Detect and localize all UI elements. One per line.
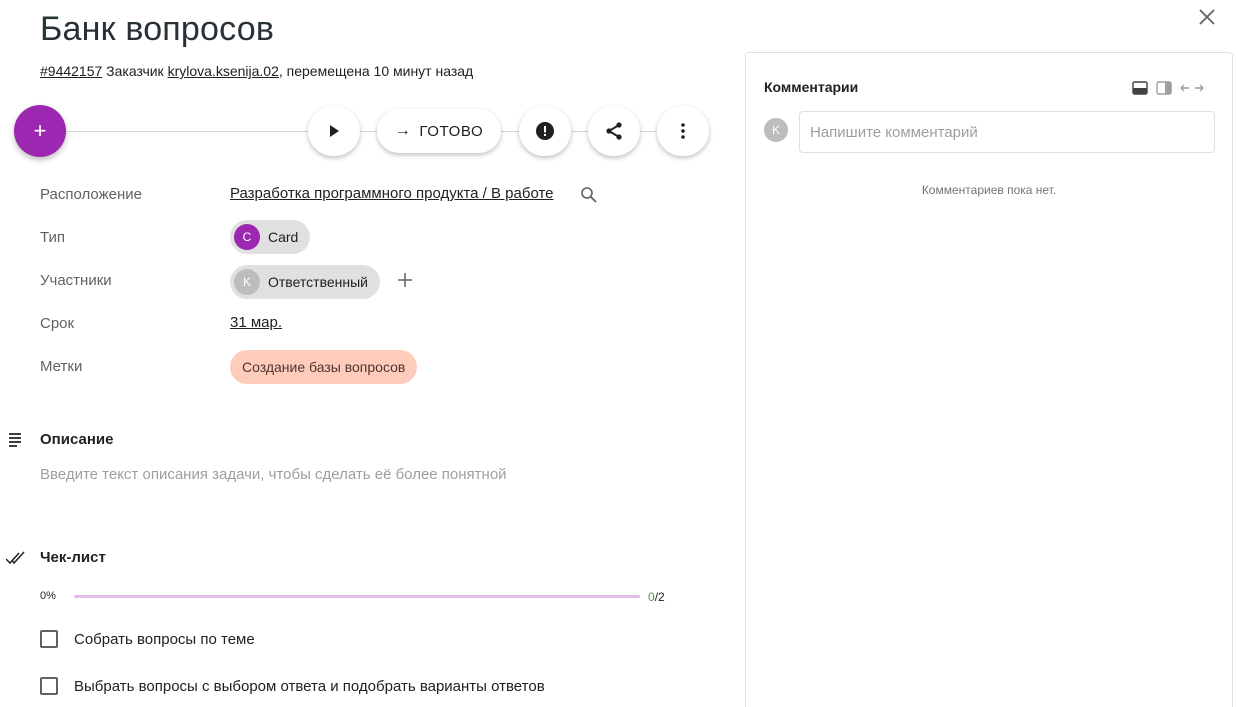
layout-bottom-icon[interactable] xyxy=(1132,81,1148,95)
checklist-item-label: Выбрать вопросы с выбором ответа и подоб… xyxy=(74,677,545,695)
description-placeholder[interactable]: Введите текст описания задачи, чтобы сде… xyxy=(40,466,507,483)
expand-horizontal-icon[interactable] xyxy=(1180,81,1204,95)
checklist-progress-bar xyxy=(74,595,640,598)
due-date-link[interactable]: 31 мар. xyxy=(230,314,282,331)
participant-value: Ответственный xyxy=(268,274,368,290)
participant-avatar: K xyxy=(234,269,260,295)
card-id-link[interactable]: #9442157 xyxy=(40,63,102,79)
checklist-item[interactable]: Выбрать вопросы с выбором ответа и подоб… xyxy=(40,677,545,695)
participant-chip[interactable]: K Ответственный xyxy=(230,265,380,299)
more-vertical-icon xyxy=(681,123,685,139)
type-chip[interactable]: C Card xyxy=(230,220,311,254)
type-label: Тип xyxy=(40,229,66,246)
checklist-percent: 0% xyxy=(40,590,56,602)
more-button[interactable] xyxy=(657,106,709,156)
type-avatar: C xyxy=(234,224,260,250)
location-label: Расположение xyxy=(40,186,142,203)
layout-side-icon[interactable] xyxy=(1156,81,1172,95)
comments-title: Комментарии xyxy=(764,79,859,95)
checklist-title: Чек-лист xyxy=(40,549,106,566)
add-button[interactable]: + xyxy=(14,105,66,157)
close-icon[interactable] xyxy=(1196,6,1218,28)
add-participant-icon[interactable] xyxy=(395,270,415,290)
comments-empty-text: Комментариев пока нет. xyxy=(921,183,1057,197)
tags-label: Метки xyxy=(40,358,83,375)
checklist-count: 0/2 xyxy=(648,590,665,604)
description-title: Описание xyxy=(40,431,114,448)
plus-icon: + xyxy=(33,118,47,143)
customer-link[interactable]: krylova.ksenija.02 xyxy=(168,63,279,79)
panel-layout-controls xyxy=(1132,81,1212,95)
location-link[interactable]: Разработка программного продукта / В раб… xyxy=(230,185,554,202)
checklist-done-count: 0 xyxy=(648,590,655,604)
alert-icon xyxy=(536,122,554,140)
comment-input[interactable] xyxy=(799,111,1215,153)
checkbox[interactable] xyxy=(40,677,58,695)
alert-button[interactable] xyxy=(519,106,571,156)
share-icon xyxy=(606,122,622,140)
search-icon[interactable] xyxy=(580,186,598,204)
share-button[interactable] xyxy=(588,106,640,156)
customer-prefix: Заказчик xyxy=(102,63,168,79)
card-meta: #9442157 Заказчик krylova.ksenija.02, пе… xyxy=(40,63,473,79)
play-icon xyxy=(330,125,339,137)
double-check-icon xyxy=(6,551,25,565)
participants-label: Участники xyxy=(40,272,112,289)
tag-chip[interactable]: Создание базы вопросов xyxy=(230,350,418,384)
checklist-total-count: /2 xyxy=(654,590,665,604)
avatar: K xyxy=(764,118,788,142)
comments-panel: Комментарии K Комментариев пока нет. xyxy=(745,52,1233,707)
arrow-right-icon: → xyxy=(394,122,412,139)
checklist-item[interactable]: Собрать вопросы по теме xyxy=(40,630,255,648)
due-label: Срок xyxy=(40,315,75,332)
moved-text: , перемещена 10 минут назад xyxy=(278,63,474,79)
card-title: Банк вопросов xyxy=(40,10,275,48)
type-value: Card xyxy=(268,229,299,245)
done-button-label: ГОТОВО xyxy=(419,122,484,140)
checkbox[interactable] xyxy=(40,630,58,648)
play-button[interactable] xyxy=(308,106,360,156)
checklist-item-label: Собрать вопросы по теме xyxy=(74,630,255,648)
notes-icon xyxy=(9,433,21,447)
done-button[interactable]: → ГОТОВО xyxy=(377,109,501,153)
